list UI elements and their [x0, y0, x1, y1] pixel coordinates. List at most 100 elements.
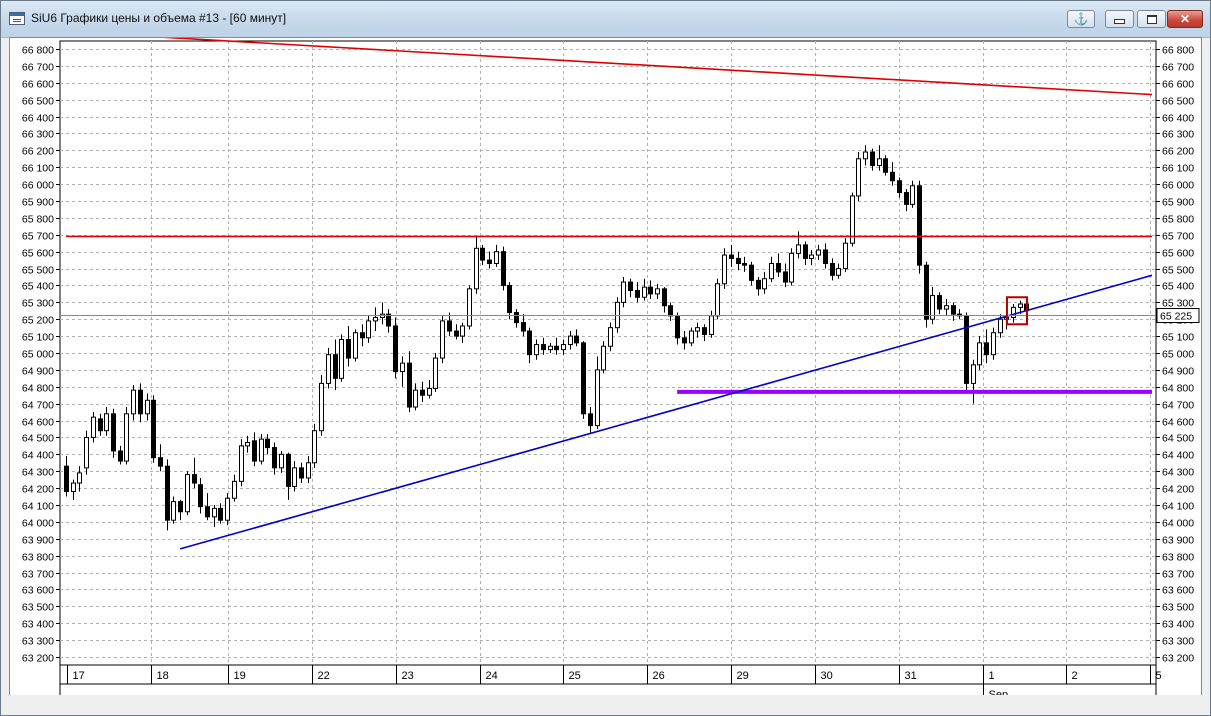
candle-body: [91, 416, 96, 438]
candle: [843, 238, 848, 272]
candle-body: [783, 271, 788, 283]
y-tick-label: 63 900: [22, 535, 54, 547]
candle-body: [964, 315, 969, 384]
candle-body: [668, 305, 673, 317]
candle-body: [836, 268, 841, 276]
y-tick-label: 65 000: [22, 349, 54, 361]
y-tick-label: 65 500: [1162, 265, 1194, 277]
candle: [917, 180, 922, 274]
chart-window-icon[interactable]: [9, 12, 25, 25]
y-tick-label: 64 500: [1162, 433, 1194, 445]
y-tick-label: 63 400: [22, 619, 54, 631]
candle-body: [548, 345, 553, 351]
y-tick-label: 63 500: [1162, 602, 1194, 614]
close-button[interactable]: ✕: [1167, 10, 1203, 28]
candle-body: [259, 438, 264, 462]
anchor-button[interactable]: ⚓: [1067, 10, 1095, 28]
y-tick-label: 66 700: [22, 62, 54, 74]
candle-body: [998, 318, 1003, 334]
date-label: 31: [905, 670, 917, 682]
y-tick-label: 64 200: [1162, 484, 1194, 496]
candle-body: [205, 506, 210, 518]
candle-body: [883, 158, 888, 173]
candle: [225, 493, 230, 526]
candle-body: [158, 457, 163, 467]
y-tick-label: 66 600: [22, 79, 54, 91]
candle: [239, 439, 244, 487]
candle-body: [796, 244, 801, 254]
candle-body: [514, 311, 519, 324]
candle: [581, 341, 586, 419]
candle-body: [662, 288, 667, 307]
y-tick-label: 66 200: [22, 146, 54, 158]
last-price-label: 65 225: [1160, 311, 1192, 323]
candle-body: [904, 192, 909, 205]
candle-body: [722, 254, 727, 285]
candle-body: [440, 320, 445, 359]
candle-body: [642, 286, 647, 298]
y-tick-label: 63 400: [1162, 619, 1194, 631]
chart-area[interactable]: 66 800 66 700 66 600 66 500 66 400 66 300 66 2…: [9, 37, 1202, 709]
candle: [339, 334, 344, 382]
maximize-button[interactable]: [1137, 10, 1166, 28]
candle-body: [944, 305, 949, 310]
candle: [84, 430, 89, 475]
y-tick-label: 65 200: [22, 315, 54, 327]
candle-body: [272, 447, 277, 469]
y-tick-label: 65 600: [1162, 248, 1194, 260]
y-tick-label: 63 300: [1162, 636, 1194, 648]
candle-body: [400, 362, 405, 373]
candle-body: [830, 262, 835, 276]
candle-body: [971, 364, 976, 384]
y-tick-label: 63 800: [22, 552, 54, 564]
candle-body: [84, 436, 89, 469]
candle-body: [111, 413, 116, 452]
candle-body: [756, 279, 761, 290]
candle-body: [480, 247, 485, 261]
y-tick-label: 65 500: [22, 265, 54, 277]
y-tick-label: 63 600: [22, 585, 54, 597]
minimize-button[interactable]: [1105, 10, 1134, 28]
candle-body: [185, 474, 190, 513]
candle-body: [843, 242, 848, 270]
candle: [319, 374, 324, 436]
close-icon: ✕: [1179, 12, 1191, 26]
candle-body: [299, 467, 304, 479]
title-bar[interactable]: SiU6 Графики цены и объема #13 - [60 мин…: [1, 1, 1210, 38]
candle: [467, 285, 472, 330]
candle-body: [924, 264, 929, 320]
candle-body: [312, 430, 317, 464]
candle-body: [635, 290, 640, 298]
y-tick-label: 65 700: [22, 231, 54, 243]
candle-body: [890, 171, 895, 182]
candle-body: [306, 462, 311, 479]
horizontal-scrollbar[interactable]: [9, 695, 1202, 710]
candle-body: [171, 501, 176, 521]
candle-body: [951, 305, 956, 315]
y-tick-label: 64 100: [1162, 501, 1194, 513]
date-label: 18: [157, 670, 169, 682]
chart-window: SiU6 Графики цены и объема #13 - [60 мин…: [0, 0, 1211, 716]
candle-body: [501, 251, 506, 286]
candle-body: [877, 158, 882, 167]
price-chart[interactable]: 66 800 66 700 66 600 66 500 66 400 66 300 66 2…: [10, 38, 1201, 708]
candle-body: [715, 283, 720, 317]
y-tick-label: 66 000: [22, 180, 54, 192]
candle-body: [198, 484, 203, 508]
candle: [991, 327, 996, 360]
y-axis-left: 66 800 66 700 66 600 66 500 66 400 66 300 66 2…: [22, 45, 54, 665]
candle-body: [494, 251, 499, 264]
candle-body: [413, 389, 418, 408]
candle-body: [333, 354, 338, 379]
y-tick-label: 66 300: [22, 129, 54, 141]
candle-body: [561, 344, 566, 351]
candle-body: [742, 262, 747, 266]
candle: [165, 459, 170, 531]
y-tick-label: 66 700: [1162, 62, 1194, 74]
candle-body: [118, 450, 123, 462]
candle-body: [507, 284, 512, 313]
candle-body: [373, 317, 378, 322]
candle-body: [762, 278, 767, 290]
y-tick-label: 65 300: [1162, 298, 1194, 310]
candle-body: [239, 445, 244, 482]
